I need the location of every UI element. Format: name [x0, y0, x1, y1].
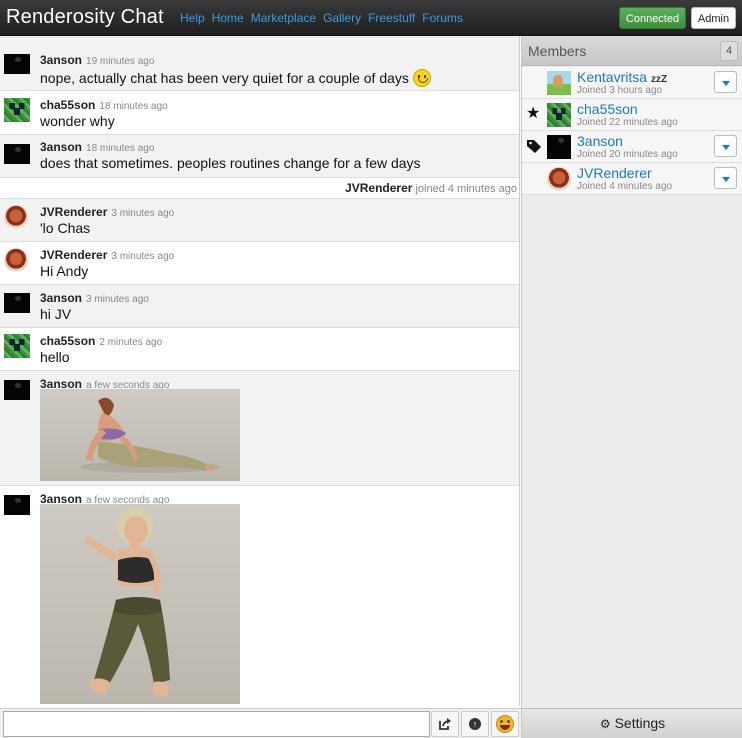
settings-bar: ⚙ Settings [521, 708, 742, 738]
member-name[interactable]: 3anson [577, 133, 623, 149]
member-name[interactable]: JVRenderer [577, 165, 652, 181]
user-avatar[interactable] [4, 380, 30, 400]
join-notice-text: joined 4 minutes ago [415, 183, 517, 195]
message-row: cha55son 2 minutes ago hello [0, 328, 519, 371]
message-time: 3 minutes ago [111, 208, 175, 219]
member-menu-dropdown[interactable] [714, 71, 737, 93]
join-notice: JVRenderer joined 4 minutes ago [0, 178, 519, 199]
nav-links: Help Home Marketplace Gallery Freestuff … [180, 11, 463, 25]
message-author[interactable]: 3anson 19 minutes ago [40, 53, 154, 67]
user-avatar[interactable] [4, 293, 30, 313]
settings-label: Settings [614, 715, 666, 731]
settings-button[interactable]: ⚙ Settings [522, 709, 742, 738]
message-input-bar: ↑ [0, 708, 521, 738]
reclining-figure-render [80, 397, 220, 473]
member-item-kentavritsa[interactable]: Kentavritsa zzZ Joined 3 hours ago [522, 67, 742, 99]
members-title: Members [528, 43, 587, 59]
nav-link-forums[interactable]: Forums [422, 11, 463, 25]
user-avatar[interactable] [4, 248, 28, 272]
join-notice-user[interactable]: JVRenderer [345, 181, 412, 195]
app-title: Renderosity Chat [6, 6, 164, 28]
members-header: Members 4 [522, 36, 742, 66]
member-joined: Joined 20 minutes ago [577, 149, 678, 160]
message-row: JVRenderer 3 minutes ago 'lo Chas [0, 199, 519, 242]
message-time: 19 minutes ago [86, 56, 155, 67]
member-item-cha55son[interactable]: ★ cha55son Joined 22 minutes ago [522, 99, 742, 131]
message-author[interactable]: 3anson 3 minutes ago [40, 291, 149, 305]
gear-icon: ⚙ [599, 717, 611, 731]
message-row: 3anson a few seconds ago [0, 371, 519, 486]
message-input[interactable] [3, 711, 430, 737]
member-avatar [547, 167, 571, 191]
emoji-icon [492, 712, 518, 736]
message-author[interactable]: JVRenderer 3 minutes ago [40, 248, 174, 262]
message-row: 3anson 18 minutes ago does that sometimes… [0, 135, 519, 178]
message-time: 2 minutes ago [99, 337, 163, 348]
upload-icon: ↑ [462, 712, 488, 736]
smiley-icon [412, 69, 431, 87]
member-avatar [547, 103, 571, 127]
message-text: nope, actually chat has been very quiet … [40, 69, 431, 87]
member-avatar [547, 135, 571, 159]
message-text: hi JV [40, 306, 72, 322]
member-menu-dropdown[interactable] [714, 135, 737, 157]
message-time: 18 minutes ago [86, 143, 155, 154]
standing-figure-render [84, 508, 170, 697]
message-time: 3 minutes ago [111, 251, 175, 262]
star-icon: ★ [526, 105, 541, 122]
message-row: 3anson 3 minutes ago hi JV [0, 285, 519, 328]
member-name[interactable]: cha55son [577, 101, 638, 117]
member-avatar [547, 71, 571, 95]
chat-log[interactable]: 3anson 19 minutes ago nope, actually chat… [0, 36, 520, 706]
message-row: 3anson a few seconds ago [0, 486, 519, 706]
member-joined: Joined 22 minutes ago [577, 117, 678, 128]
user-avatar[interactable] [4, 334, 30, 358]
message-row: JVRenderer 3 minutes ago Hi Andy [0, 242, 519, 285]
connected-button[interactable]: Connected [619, 7, 686, 29]
emoji-button[interactable] [491, 711, 519, 737]
nav-link-marketplace[interactable]: Marketplace [251, 11, 316, 25]
message-time: 3 minutes ago [86, 294, 149, 305]
message-text: Hi Andy [40, 263, 89, 279]
message-author[interactable]: 3anson 18 minutes ago [40, 140, 154, 154]
members-panel: Members 4 Kentavritsa zzZ Joined 3 hours … [521, 36, 742, 708]
shared-image-reclining-figure[interactable] [40, 389, 240, 481]
message-author[interactable]: JVRenderer 3 minutes ago [40, 205, 174, 219]
message-text: does that sometimes. peoples routines ch… [40, 155, 421, 171]
members-count-badge: 4 [720, 41, 738, 61]
shared-image-standing-figure[interactable] [40, 504, 240, 704]
share-icon [432, 712, 458, 736]
member-item-jvrenderer[interactable]: JVRenderer Joined 4 minutes ago [522, 163, 742, 195]
member-joined: Joined 3 hours ago [577, 85, 663, 96]
nav-link-freestuff[interactable]: Freestuff [368, 11, 415, 25]
message-text: hello [40, 349, 70, 365]
member-item-3anson[interactable]: 3anson Joined 20 minutes ago [522, 131, 742, 163]
user-avatar[interactable] [4, 495, 30, 515]
nav-link-home[interactable]: Home [212, 11, 244, 25]
member-name[interactable]: Kentavritsa zzZ [577, 69, 667, 85]
message-text: 'lo Chas [40, 220, 91, 236]
message-author[interactable]: cha55son 2 minutes ago [40, 334, 162, 348]
upload-button[interactable]: ↑ [461, 711, 489, 737]
tag-icon [526, 138, 542, 154]
nav-link-help[interactable]: Help [180, 11, 205, 25]
user-avatar[interactable] [4, 144, 30, 164]
member-joined: Joined 4 minutes ago [577, 181, 673, 192]
member-away-status: zzZ [651, 74, 668, 85]
admin-button[interactable]: Admin [691, 7, 736, 29]
nav-link-gallery[interactable]: Gallery [323, 11, 361, 25]
top-bar: Renderosity Chat Help Home Marketplace G… [0, 0, 742, 36]
message-row: cha55son 18 minutes ago wonder why [0, 91, 519, 135]
message-time: 18 minutes ago [99, 101, 168, 112]
message-author[interactable]: cha55son 18 minutes ago [40, 98, 168, 112]
user-avatar[interactable] [4, 205, 28, 229]
member-menu-dropdown[interactable] [714, 167, 737, 189]
message-row-partial [0, 36, 519, 38]
message-row: 3anson 19 minutes ago nope, actually chat… [0, 39, 519, 91]
message-text: wonder why [40, 113, 115, 129]
user-avatar[interactable] [4, 54, 30, 74]
user-avatar[interactable] [4, 98, 30, 122]
share-button[interactable] [431, 711, 459, 737]
